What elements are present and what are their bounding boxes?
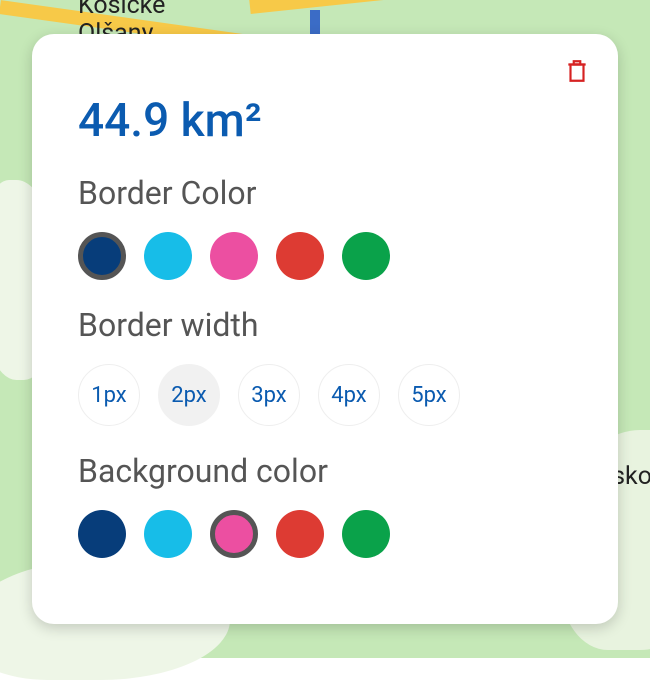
border-width-label: 4px bbox=[331, 383, 366, 408]
background-color-swatch[interactable] bbox=[342, 510, 390, 558]
border-width-option[interactable]: 4px bbox=[318, 364, 380, 426]
border-color-swatch[interactable] bbox=[144, 232, 192, 280]
border-width-label: 2px bbox=[171, 383, 206, 408]
border-color-title: Border Color bbox=[78, 174, 572, 212]
border-width-label: 3px bbox=[251, 383, 286, 408]
area-measurement: 44.9 km² bbox=[78, 94, 572, 148]
border-width-label: 5px bbox=[411, 383, 446, 408]
border-width-row: 1px 2px 3px 4px 5px bbox=[78, 364, 572, 426]
border-color-swatch[interactable] bbox=[78, 232, 126, 280]
background-color-title: Background color bbox=[78, 452, 572, 490]
background-color-swatch[interactable] bbox=[78, 510, 126, 558]
border-width-option[interactable]: 1px bbox=[78, 364, 140, 426]
border-color-row bbox=[78, 232, 572, 280]
background-color-swatch[interactable] bbox=[210, 510, 258, 558]
border-width-option[interactable]: 3px bbox=[238, 364, 300, 426]
border-color-swatch[interactable] bbox=[342, 232, 390, 280]
border-width-option[interactable]: 5px bbox=[398, 364, 460, 426]
border-color-swatch[interactable] bbox=[276, 232, 324, 280]
trash-icon bbox=[564, 58, 590, 84]
delete-button[interactable] bbox=[564, 58, 592, 86]
background-color-swatch[interactable] bbox=[144, 510, 192, 558]
shape-style-card: 44.9 km² Border Color Border width 1px 2p… bbox=[32, 34, 618, 624]
background-color-row bbox=[78, 510, 572, 558]
border-width-label: 1px bbox=[91, 383, 126, 408]
border-color-swatch[interactable] bbox=[210, 232, 258, 280]
border-width-option[interactable]: 2px bbox=[158, 364, 220, 426]
border-width-title: Border width bbox=[78, 306, 572, 344]
background-color-swatch[interactable] bbox=[276, 510, 324, 558]
